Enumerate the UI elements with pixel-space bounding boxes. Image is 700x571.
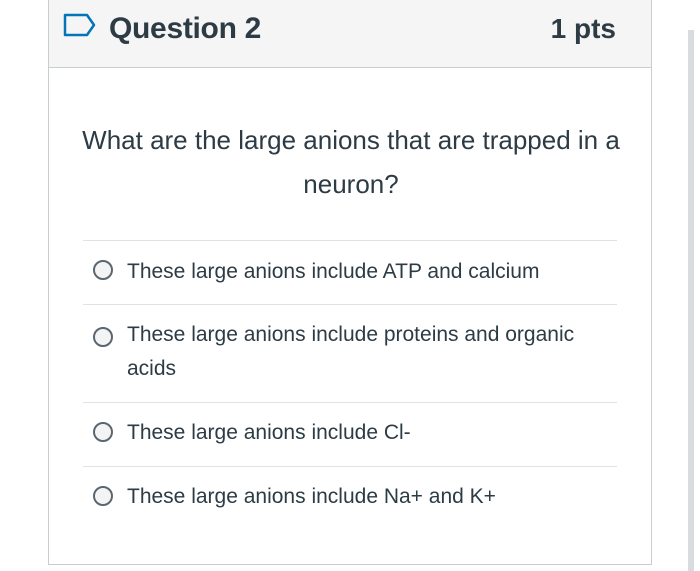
question-points: 1 pts bbox=[550, 13, 616, 44]
radio-button[interactable] bbox=[93, 486, 113, 506]
answer-option[interactable]: These large anions include Na+ and K+ bbox=[83, 466, 617, 530]
question-text: What are the large anions that are trapp… bbox=[82, 125, 620, 199]
radio-button[interactable] bbox=[93, 422, 113, 442]
answer-option[interactable]: These large anions include proteins and … bbox=[83, 304, 617, 402]
scrollbar[interactable] bbox=[688, 30, 694, 571]
question-title: Question 2 bbox=[109, 12, 262, 45]
answer-label[interactable]: These large anions include Na+ and K+ bbox=[127, 480, 597, 514]
radio-button[interactable] bbox=[93, 260, 113, 280]
question-header: Question 2 1 pts bbox=[49, 0, 651, 68]
question-card: Question 2 1 pts What are the large anio… bbox=[48, 0, 652, 565]
answer-list: These large anions include ATP and calci… bbox=[83, 240, 617, 530]
answer-label[interactable]: These large anions include proteins and … bbox=[127, 318, 597, 386]
flag-outline-icon[interactable] bbox=[63, 13, 97, 37]
answer-option[interactable]: These large anions include ATP and calci… bbox=[83, 240, 617, 304]
answer-label[interactable]: These large anions include Cl- bbox=[127, 416, 597, 450]
answer-label[interactable]: These large anions include ATP and calci… bbox=[127, 255, 597, 289]
radio-button[interactable] bbox=[93, 327, 113, 347]
answer-option[interactable]: These large anions include Cl- bbox=[83, 402, 617, 466]
